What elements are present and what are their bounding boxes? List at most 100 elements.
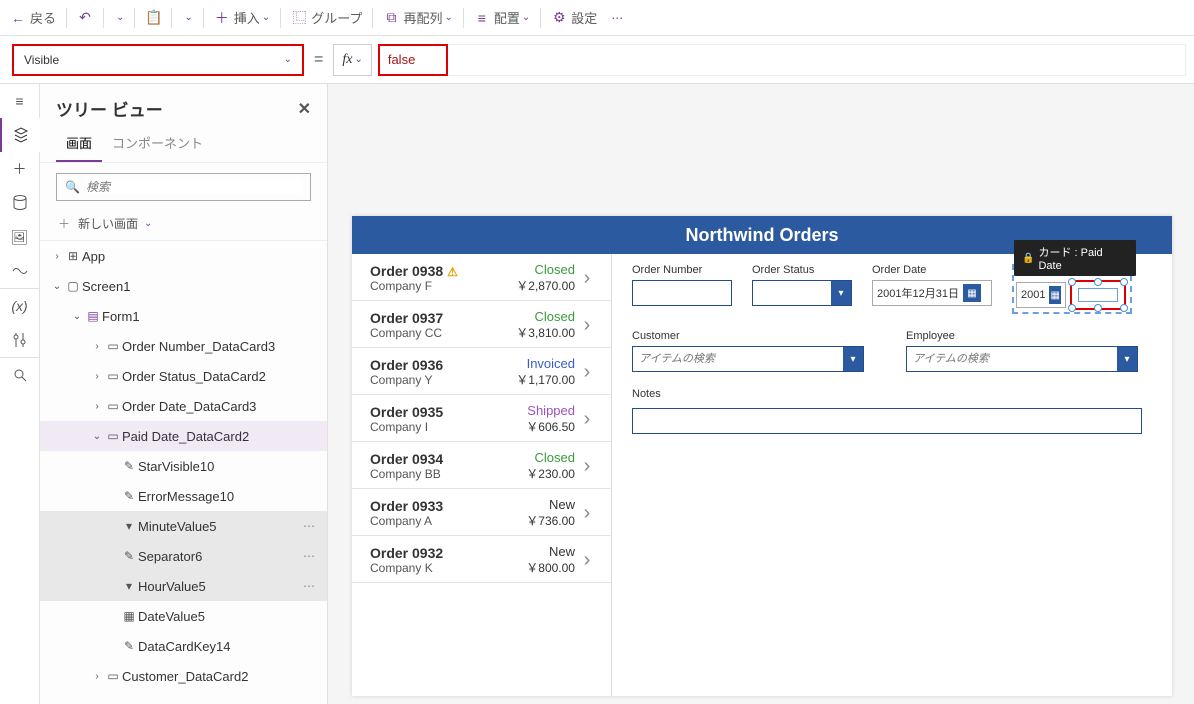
chevron-right-icon: › bbox=[50, 251, 64, 262]
order-item[interactable]: Order 0937Company CCClosed￥3,810.00› bbox=[352, 301, 611, 348]
order-item[interactable]: Order 0934Company BBClosed￥230.00› bbox=[352, 442, 611, 489]
rail-media[interactable]: 🖼 bbox=[0, 220, 40, 254]
employee-input[interactable] bbox=[907, 347, 1117, 371]
node-datevalue[interactable]: ▦DateValue5 bbox=[40, 601, 327, 631]
divider bbox=[171, 8, 172, 28]
undo-button[interactable]: ↶ bbox=[71, 4, 99, 32]
time-controls-selection[interactable] bbox=[1070, 280, 1126, 310]
rail-data[interactable] bbox=[0, 186, 40, 220]
close-icon[interactable]: ✕ bbox=[298, 99, 311, 119]
rail-flows[interactable] bbox=[0, 254, 40, 288]
formula-tail[interactable] bbox=[448, 44, 1186, 76]
notes-input[interactable] bbox=[632, 408, 1142, 434]
new-screen-button[interactable]: ＋ 新しい画面 ⌄ bbox=[40, 211, 327, 240]
order-item[interactable]: Order 0935Company IShipped￥606.50› bbox=[352, 395, 611, 442]
order-id: Order 0933 bbox=[370, 498, 526, 514]
rail-variables[interactable]: (x) bbox=[0, 289, 40, 323]
fx-button[interactable]: fx⌄ bbox=[333, 44, 372, 76]
group-icon: ⿺ bbox=[291, 8, 307, 28]
paiddate-picker[interactable]: 2001▦ bbox=[1016, 282, 1066, 308]
fx-icon: fx bbox=[342, 52, 352, 68]
customer-input[interactable] bbox=[633, 347, 843, 371]
tree-search-input[interactable] bbox=[86, 180, 302, 194]
dropdown-icon: ▾ bbox=[120, 579, 138, 593]
rail-search[interactable] bbox=[0, 358, 40, 392]
paiddate-card-selected[interactable]: 🔒カード : Paid Date Paid Date 2001▦ bbox=[1012, 264, 1132, 314]
paste-button[interactable]: 📋 bbox=[139, 4, 167, 32]
orderstatus-dropdown[interactable]: ▾ bbox=[752, 280, 852, 306]
tree-body: ›⊞App ⌄▢Screen1 ⌄▤Form1 ›▭Order Number_D… bbox=[40, 241, 327, 704]
more-icon[interactable]: ⋯ bbox=[295, 579, 323, 593]
node-separator[interactable]: ✎Separator6⋯ bbox=[40, 541, 327, 571]
clipboard-icon: 📋 bbox=[145, 9, 161, 26]
chevron-down-icon: ▾ bbox=[831, 281, 851, 305]
tree-search[interactable]: 🔍 bbox=[56, 173, 311, 201]
order-amount: ￥736.00 bbox=[526, 512, 575, 529]
node-screen1[interactable]: ⌄▢Screen1 bbox=[40, 271, 327, 301]
canvas[interactable]: Northwind Orders Order 0938⚠Company FClo… bbox=[328, 84, 1194, 704]
insert-button[interactable]: ＋挿入⌄ bbox=[208, 4, 276, 32]
order-company: Company A bbox=[370, 514, 526, 528]
node-form1[interactable]: ⌄▤Form1 bbox=[40, 301, 327, 331]
node-label: Order Status_DataCard2 bbox=[122, 369, 266, 384]
tree-panel: ツリー ビュー ✕ 画面 コンポーネント 🔍 ＋ 新しい画面 ⌄ ›⊞App ⌄… bbox=[40, 84, 328, 704]
order-gallery[interactable]: Order 0938⚠Company FClosed￥2,870.00›Orde… bbox=[352, 254, 612, 696]
reorder-button[interactable]: ⧉再配列⌄ bbox=[377, 4, 458, 32]
rail-insert[interactable]: ＋ bbox=[0, 152, 40, 186]
settings-button[interactable]: ⚙設定 bbox=[545, 4, 603, 32]
more-button[interactable]: ⋯ bbox=[603, 11, 631, 25]
node-app[interactable]: ›⊞App bbox=[40, 241, 327, 271]
flows-icon bbox=[12, 265, 28, 277]
property-selector[interactable]: Visible ⌄ bbox=[12, 44, 304, 76]
datacard-icon: ▭ bbox=[104, 669, 122, 683]
order-item[interactable]: Order 0932Company KNew￥800.00› bbox=[352, 536, 611, 583]
node-customer-dc[interactable]: ›▭Customer_DataCard2 bbox=[40, 661, 327, 691]
tab-components[interactable]: コンポーネント bbox=[102, 127, 213, 162]
customer-combobox[interactable]: ▾ bbox=[632, 346, 864, 372]
node-hourvalue[interactable]: ▾HourValue5⋯ bbox=[40, 571, 327, 601]
rail-hamburger[interactable]: ≡ bbox=[0, 84, 40, 118]
back-button[interactable]: ←戻る bbox=[4, 4, 62, 32]
orderdate-value: 2001年12月31日 bbox=[877, 285, 959, 301]
tab-screens[interactable]: 画面 bbox=[56, 127, 102, 162]
node-paiddate-dc[interactable]: ⌄▭Paid Date_DataCard2 bbox=[40, 421, 327, 451]
label-icon: ✎ bbox=[120, 489, 138, 503]
node-datacardkey[interactable]: ✎DataCardKey14 bbox=[40, 631, 327, 661]
node-orderdate-dc[interactable]: ›▭Order Date_DataCard3 bbox=[40, 391, 327, 421]
node-errormsg[interactable]: ✎ErrorMessage10 bbox=[40, 481, 327, 511]
rail-treeview[interactable] bbox=[0, 118, 40, 152]
node-label: Form1 bbox=[102, 309, 140, 324]
chevron-down-icon: ▾ bbox=[843, 347, 863, 371]
node-orderstat-dc[interactable]: ›▭Order Status_DataCard2 bbox=[40, 361, 327, 391]
redo-split[interactable]: ⌄ bbox=[108, 4, 130, 32]
more-icon[interactable]: ⋯ bbox=[295, 549, 323, 563]
formula-input[interactable]: false bbox=[378, 44, 448, 76]
divider bbox=[134, 8, 135, 28]
order-item[interactable]: Order 0936Company YInvoiced￥1,170.00› bbox=[352, 348, 611, 395]
chevron-right-icon: › bbox=[575, 267, 599, 290]
order-status: Closed bbox=[516, 309, 575, 324]
more-icon[interactable]: ⋯ bbox=[295, 519, 323, 533]
employee-combobox[interactable]: ▾ bbox=[906, 346, 1138, 372]
chevron-right-icon: › bbox=[575, 549, 599, 572]
app-title: Northwind Orders bbox=[685, 225, 838, 246]
orderdate-picker[interactable]: 2001年12月31日▦ bbox=[872, 280, 992, 306]
align-label: 配置 bbox=[494, 8, 520, 27]
align-button[interactable]: ≡配置⌄ bbox=[468, 4, 536, 32]
node-minutevalue[interactable]: ▾MinuteValue5⋯ bbox=[40, 511, 327, 541]
plus-icon: ＋ bbox=[56, 215, 72, 232]
ordernum-input[interactable] bbox=[632, 280, 732, 306]
new-screen-label: 新しい画面 bbox=[78, 215, 138, 232]
order-item[interactable]: Order 0933Company ANew￥736.00› bbox=[352, 489, 611, 536]
gear-icon: ⚙ bbox=[551, 9, 567, 26]
paste-split[interactable]: ⌄ bbox=[176, 4, 198, 32]
rail-tools[interactable] bbox=[0, 323, 40, 357]
order-id: Order 0934 bbox=[370, 451, 526, 467]
order-amount: ￥3,810.00 bbox=[516, 324, 575, 341]
node-starvisible[interactable]: ✎StarVisible10 bbox=[40, 451, 327, 481]
settings-label: 設定 bbox=[571, 8, 597, 27]
order-item[interactable]: Order 0938⚠Company FClosed￥2,870.00› bbox=[352, 254, 611, 301]
datacard-icon: ▭ bbox=[104, 369, 122, 383]
group-button[interactable]: ⿺グループ bbox=[285, 4, 368, 32]
node-ordernum-dc[interactable]: ›▭Order Number_DataCard3 bbox=[40, 331, 327, 361]
